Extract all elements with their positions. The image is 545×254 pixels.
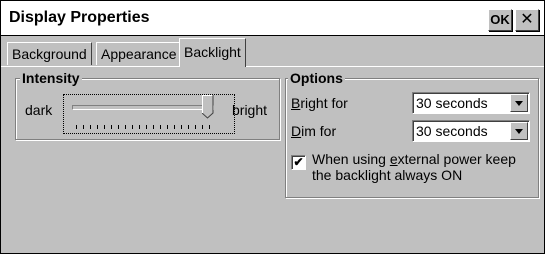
slider-track[interactable] [72, 105, 214, 110]
options-group: Options Bright for 30 seconds Dim for 30… [285, 70, 539, 198]
close-icon[interactable]: ✕ [515, 9, 539, 31]
dark-label: dark [25, 102, 53, 118]
intensity-slider[interactable] [63, 94, 235, 134]
slider-thumb[interactable] [202, 95, 214, 119]
window-title: Display Properties [9, 9, 150, 26]
bright-for-accel: B [291, 95, 301, 111]
dim-for-label: Dim for [291, 123, 336, 139]
options-legend: Options [288, 70, 345, 86]
dim-for-accel: D [291, 123, 302, 139]
intensity-group: Intensity dark bright [15, 70, 280, 140]
bright-for-label-text: right for [300, 95, 348, 111]
tab-divider [1, 66, 544, 67]
external-power-accel: e [389, 151, 398, 167]
dim-for-value: 30 seconds [416, 123, 488, 139]
tab-background[interactable]: Background [7, 42, 92, 65]
bright-for-value: 30 seconds [416, 95, 488, 111]
tab-appearance[interactable]: Appearance [96, 42, 182, 65]
bright-for-dropdown[interactable]: 30 seconds [412, 92, 530, 114]
dim-for-dropdown-button[interactable] [510, 122, 528, 140]
bright-for-dropdown-button[interactable] [510, 94, 528, 112]
tab-backlight[interactable]: Backlight [179, 38, 246, 67]
chevron-down-icon [515, 129, 523, 134]
bright-label: bright [232, 102, 268, 118]
dim-for-dropdown[interactable]: 30 seconds [412, 120, 530, 142]
tab-strip: Background Appearance Backlight [1, 36, 544, 68]
external-power-label-before: When using [312, 151, 390, 167]
external-power-checkbox[interactable]: ✔ [291, 155, 306, 170]
title-bar: Display Properties OK ✕ [1, 1, 544, 36]
display-properties-window: Display Properties OK ✕ Background Appea… [0, 0, 545, 254]
bright-for-label: Bright for [291, 95, 348, 111]
dim-for-label-text: im for [301, 123, 337, 139]
intensity-legend: Intensity [20, 70, 82, 86]
ok-button[interactable]: OK [488, 9, 512, 31]
chevron-down-icon [515, 101, 523, 106]
slider-ticks [76, 125, 210, 129]
external-power-label[interactable]: When using external power keep the backl… [312, 151, 534, 183]
